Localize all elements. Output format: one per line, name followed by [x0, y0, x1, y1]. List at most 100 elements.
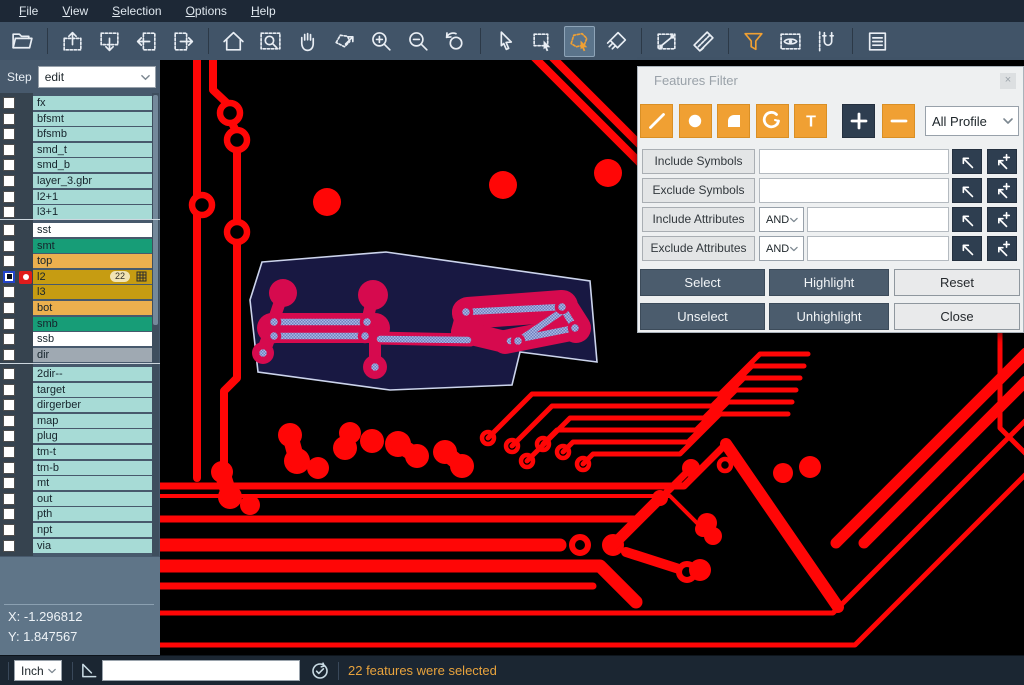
view-window-button[interactable]: [775, 26, 806, 57]
layer-row-smd_b[interactable]: smd_b: [0, 158, 152, 172]
layer-name[interactable]: l2+1: [33, 190, 152, 204]
profile-combobox[interactable]: All Profile: [925, 106, 1019, 136]
layer-checkbox[interactable]: [3, 255, 15, 267]
zoom-previous-button[interactable]: [440, 26, 471, 57]
layer-name[interactable]: pth: [33, 507, 152, 521]
zoom-object-button[interactable]: [329, 26, 360, 57]
add-plus-button[interactable]: [842, 104, 875, 138]
layer-checkbox[interactable]: [3, 477, 15, 489]
zoom-in-button[interactable]: [366, 26, 397, 57]
layer-name[interactable]: sst: [33, 223, 152, 237]
close-button[interactable]: Close: [894, 303, 1020, 330]
layer-checkbox[interactable]: [3, 462, 15, 474]
measure-ruler-button[interactable]: [688, 26, 719, 57]
measure-distance-button[interactable]: [651, 26, 682, 57]
reset-button[interactable]: Reset: [894, 269, 1020, 296]
layer-name[interactable]: top: [33, 254, 152, 268]
layer-checkbox[interactable]: [3, 368, 15, 380]
zoom-window-button[interactable]: [255, 26, 286, 57]
layer-row-smt[interactable]: smt: [0, 239, 152, 253]
layer-name[interactable]: layer_3.gbr: [33, 174, 152, 188]
layer-row-smb[interactable]: smb: [0, 317, 152, 331]
layer-row-out[interactable]: out: [0, 492, 152, 506]
pick-attribute-button[interactable]: [952, 236, 982, 261]
step-combobox[interactable]: edit: [38, 66, 156, 88]
layer-name[interactable]: plug: [33, 429, 152, 443]
scrollbar-thumb[interactable]: [153, 95, 158, 325]
pick-symbol-button[interactable]: [952, 178, 982, 203]
layer-row-dirgerber[interactable]: dirgerber: [0, 398, 152, 412]
layer-name[interactable]: smd_t: [33, 143, 152, 157]
layer-name[interactable]: npt: [33, 523, 152, 537]
menu-options[interactable]: Options: [175, 2, 238, 21]
layer-row-plug[interactable]: plug: [0, 429, 152, 443]
layer-name[interactable]: l3+1: [33, 205, 152, 219]
layer-name[interactable]: 2dir--: [33, 367, 152, 381]
pan-down-button[interactable]: [94, 26, 125, 57]
layer-checkbox[interactable]: [3, 113, 15, 125]
layer-checkbox[interactable]: [3, 446, 15, 458]
include-attributes-input[interactable]: [807, 207, 949, 232]
layer-checkbox[interactable]: [3, 399, 15, 411]
report-panel-button[interactable]: [862, 26, 893, 57]
layer-row-bfsmb[interactable]: bfsmb: [0, 127, 152, 141]
features-filter-button[interactable]: [738, 26, 769, 57]
layer-row-bfsmt[interactable]: bfsmt: [0, 112, 152, 126]
menu-selection[interactable]: Selection: [101, 2, 172, 21]
layer-name[interactable]: dirgerber: [33, 398, 152, 412]
layer-row-npt[interactable]: npt: [0, 523, 152, 537]
layer-name[interactable]: bfsmb: [33, 127, 152, 141]
close-icon[interactable]: ×: [1000, 73, 1016, 89]
unselect-button[interactable]: Unselect: [640, 303, 765, 330]
pan-left-button[interactable]: [131, 26, 162, 57]
pick-attribute-add-button[interactable]: [987, 207, 1017, 232]
layer-row-target[interactable]: target: [0, 383, 152, 397]
layer-name[interactable]: bfsmt: [33, 112, 152, 126]
draw-surface-button[interactable]: [717, 104, 750, 138]
highlight-button[interactable]: Highlight: [769, 269, 889, 296]
layer-row-l3+1[interactable]: l3+1: [0, 205, 152, 219]
corner-angle-icon[interactable]: [80, 661, 99, 685]
remove-minus-button[interactable]: [882, 104, 915, 138]
layer-checkbox[interactable]: [3, 224, 15, 236]
layer-checkbox[interactable]: [3, 271, 15, 283]
layer-name[interactable]: out: [33, 492, 152, 506]
sidebar-scrollbar[interactable]: [152, 93, 159, 556]
menu-help[interactable]: Help: [240, 2, 287, 21]
layer-row-sst[interactable]: sst: [0, 223, 152, 237]
layer-row-2dir--[interactable]: 2dir--: [0, 367, 152, 381]
layer-name[interactable]: ssb: [33, 332, 152, 346]
layer-name[interactable]: fx: [33, 96, 152, 110]
select-button[interactable]: Select: [640, 269, 765, 296]
layer-name[interactable]: l222: [33, 270, 152, 284]
include-symbols-input[interactable]: [759, 149, 949, 174]
layer-checkbox[interactable]: [3, 302, 15, 314]
unit-combobox[interactable]: Inch: [14, 660, 62, 681]
layer-checkbox[interactable]: [3, 415, 15, 427]
clean-brush-button[interactable]: [601, 26, 632, 57]
pick-symbol-add-button[interactable]: [987, 178, 1017, 203]
layer-checkbox[interactable]: [3, 493, 15, 505]
layer-name[interactable]: mt: [33, 476, 152, 490]
layer-row-mt[interactable]: mt: [0, 476, 152, 490]
layer-checkbox[interactable]: [3, 524, 15, 536]
layer-checkbox[interactable]: [3, 191, 15, 203]
layer-checkbox[interactable]: [3, 384, 15, 396]
layer-checkbox[interactable]: [3, 175, 15, 187]
active-layer-indicator[interactable]: [19, 271, 32, 284]
include-symbols-button[interactable]: Include Symbols: [642, 149, 755, 174]
draw-line-button[interactable]: [640, 104, 673, 138]
pick-symbol-button[interactable]: [952, 149, 982, 174]
layer-row-smd_t[interactable]: smd_t: [0, 143, 152, 157]
exclude-attributes-operator-combobox[interactable]: AND: [759, 236, 804, 261]
layer-row-top[interactable]: top: [0, 254, 152, 268]
layer-checkbox[interactable]: [3, 128, 15, 140]
pick-attribute-button[interactable]: [952, 207, 982, 232]
command-input[interactable]: [102, 660, 300, 681]
layer-row-map[interactable]: map: [0, 414, 152, 428]
layer-row-layer_3.gbr[interactable]: layer_3.gbr: [0, 174, 152, 188]
pan-hand-button[interactable]: [292, 26, 323, 57]
layer-row-l2+1[interactable]: l2+1: [0, 190, 152, 204]
layer-name[interactable]: smb: [33, 317, 152, 331]
layer-checkbox[interactable]: [3, 97, 15, 109]
